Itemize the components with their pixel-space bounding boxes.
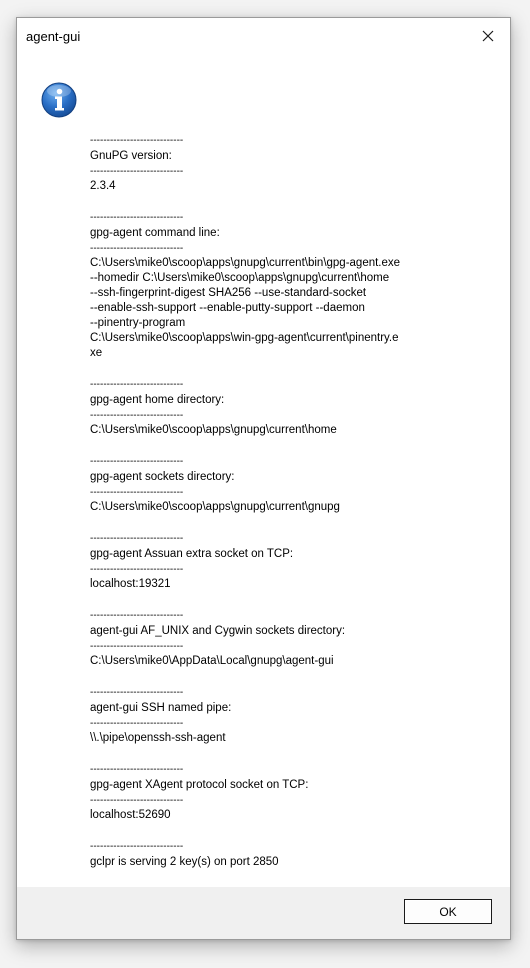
ok-button[interactable]: OK xyxy=(404,899,492,924)
info-section-final: ---------------------------- gclpr is ser… xyxy=(90,839,490,870)
section-header: GnuPG version: xyxy=(90,150,172,162)
separator-line: ---------------------------- xyxy=(90,641,184,652)
message-dialog: agent-gui ---------------------------- Gn… xyxy=(16,17,511,940)
separator-line: ---------------------------- xyxy=(90,687,184,698)
section-value: \\.\pipe\openssh-ssh-agent xyxy=(90,732,226,744)
info-section: ---------------------------- gpg-agent XA… xyxy=(90,762,490,823)
info-section: ---------------------------- gpg-agent so… xyxy=(90,454,490,515)
section-header: gpg-agent XAgent protocol socket on TCP: xyxy=(90,779,309,791)
separator-line: ---------------------------- xyxy=(90,841,184,852)
separator-line: ---------------------------- xyxy=(90,764,184,775)
info-section: ---------------------------- gpg-agent As… xyxy=(90,531,490,592)
section-value: localhost:52690 xyxy=(90,809,171,821)
info-section: ---------------------------- gpg-agent ho… xyxy=(90,377,490,438)
info-section: ---------------------------- gpg-agent co… xyxy=(90,210,490,361)
section-value: 2.3.4 xyxy=(90,180,116,192)
info-section: ---------------------------- agent-gui AF… xyxy=(90,608,490,669)
button-bar: OK xyxy=(17,887,510,939)
section-header: gpg-agent sockets directory: xyxy=(90,471,235,483)
separator-line: ---------------------------- xyxy=(90,212,184,223)
separator-line: ---------------------------- xyxy=(90,718,184,729)
separator-line: ---------------------------- xyxy=(90,135,184,146)
separator-line: ---------------------------- xyxy=(90,456,184,467)
section-header: agent-gui AF_UNIX and Cygwin sockets dir… xyxy=(90,625,346,637)
separator-line: ---------------------------- xyxy=(90,610,184,621)
section-header: agent-gui SSH named pipe: xyxy=(90,702,232,714)
section-header: gpg-agent Assuan extra socket on TCP: xyxy=(90,548,294,560)
section-header: gpg-agent command line: xyxy=(90,227,220,239)
info-icon xyxy=(41,82,77,118)
section-value: C:\Users\mike0\scoop\apps\gnupg\current\… xyxy=(90,424,337,436)
info-section: ---------------------------- agent-gui SS… xyxy=(90,685,490,746)
serving-status: gclpr is serving 2 key(s) on port 2850 xyxy=(90,856,279,868)
section-value: C:\Users\mike0\scoop\apps\gnupg\current\… xyxy=(90,257,401,359)
section-value: localhost:19321 xyxy=(90,578,171,590)
separator-line: ---------------------------- xyxy=(90,487,184,498)
separator-line: ---------------------------- xyxy=(90,243,184,254)
separator-line: ---------------------------- xyxy=(90,564,184,575)
separator-line: ---------------------------- xyxy=(90,533,184,544)
message-text: ---------------------------- GnuPG versio… xyxy=(90,133,490,886)
close-icon xyxy=(482,30,494,42)
separator-line: ---------------------------- xyxy=(90,379,184,390)
separator-line: ---------------------------- xyxy=(90,795,184,806)
separator-line: ---------------------------- xyxy=(90,410,184,421)
close-button[interactable] xyxy=(466,18,510,54)
window-title: agent-gui xyxy=(26,29,81,44)
section-value: C:\Users\mike0\scoop\apps\gnupg\current\… xyxy=(90,501,340,513)
section-value: C:\Users\mike0\AppData\Local\gnupg\agent… xyxy=(90,655,334,667)
section-header: gpg-agent home directory: xyxy=(90,394,225,406)
dialog-content: ---------------------------- GnuPG versio… xyxy=(17,56,510,889)
info-section: ---------------------------- GnuPG versio… xyxy=(90,133,490,194)
separator-line: ---------------------------- xyxy=(90,166,184,177)
title-bar[interactable]: agent-gui xyxy=(17,18,510,56)
